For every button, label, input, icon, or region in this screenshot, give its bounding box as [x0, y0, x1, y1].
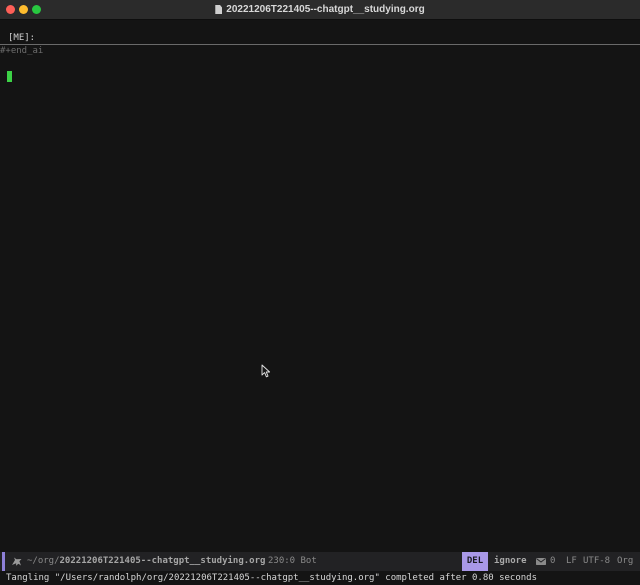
- me-prompt-label: [ME]:: [8, 33, 36, 43]
- buffer-path[interactable]: ~/org/20221206T221405--chatgpt__studying…: [27, 552, 265, 571]
- buffer-path-prefix: ~/org/: [27, 556, 60, 566]
- major-mode-indicator[interactable]: Org: [617, 552, 633, 571]
- end-ai-block-line: #+end_ai: [0, 46, 44, 56]
- mode-line-accent-bar: [2, 552, 5, 571]
- emacs-window: 20221206T221405--chatgpt__studying.org […: [0, 0, 640, 585]
- mouse-pointer-icon: [261, 364, 271, 378]
- scroll-position: Bot: [300, 556, 317, 566]
- document-icon: [215, 5, 223, 14]
- line-ending-indicator[interactable]: LF: [566, 552, 577, 571]
- window-title-group: 20221206T221405--chatgpt__studying.org: [0, 0, 640, 19]
- ignore-indicator[interactable]: ignore: [494, 552, 527, 571]
- mail-count: 0: [550, 556, 556, 566]
- buffer-file-name: 20221206T221405--chatgpt__studying.org: [59, 556, 266, 566]
- header-line: [ME]:: [0, 33, 640, 45]
- line-column: 230:0: [268, 556, 296, 566]
- envelope-icon[interactable]: [536, 558, 546, 565]
- editor-buffer[interactable]: [ME]: #+end_ai: [0, 20, 640, 551]
- title-bar: 20221206T221405--chatgpt__studying.org: [0, 0, 640, 20]
- text-cursor: [7, 71, 12, 82]
- cursor-position: 230:0 Bot: [268, 552, 317, 571]
- echo-area: Tangling "/Users/randolph/org/20221206T2…: [0, 571, 640, 585]
- org-unicorn-icon: [12, 557, 22, 566]
- echo-message: Tangling "/Users/randolph/org/20221206T2…: [6, 573, 538, 583]
- evil-state-badge[interactable]: DEL: [462, 552, 488, 571]
- encoding-indicator[interactable]: UTF-8: [583, 552, 610, 571]
- window-title: 20221206T221405--chatgpt__studying.org: [226, 4, 425, 15]
- mode-line: ~/org/20221206T221405--chatgpt__studying…: [0, 552, 640, 571]
